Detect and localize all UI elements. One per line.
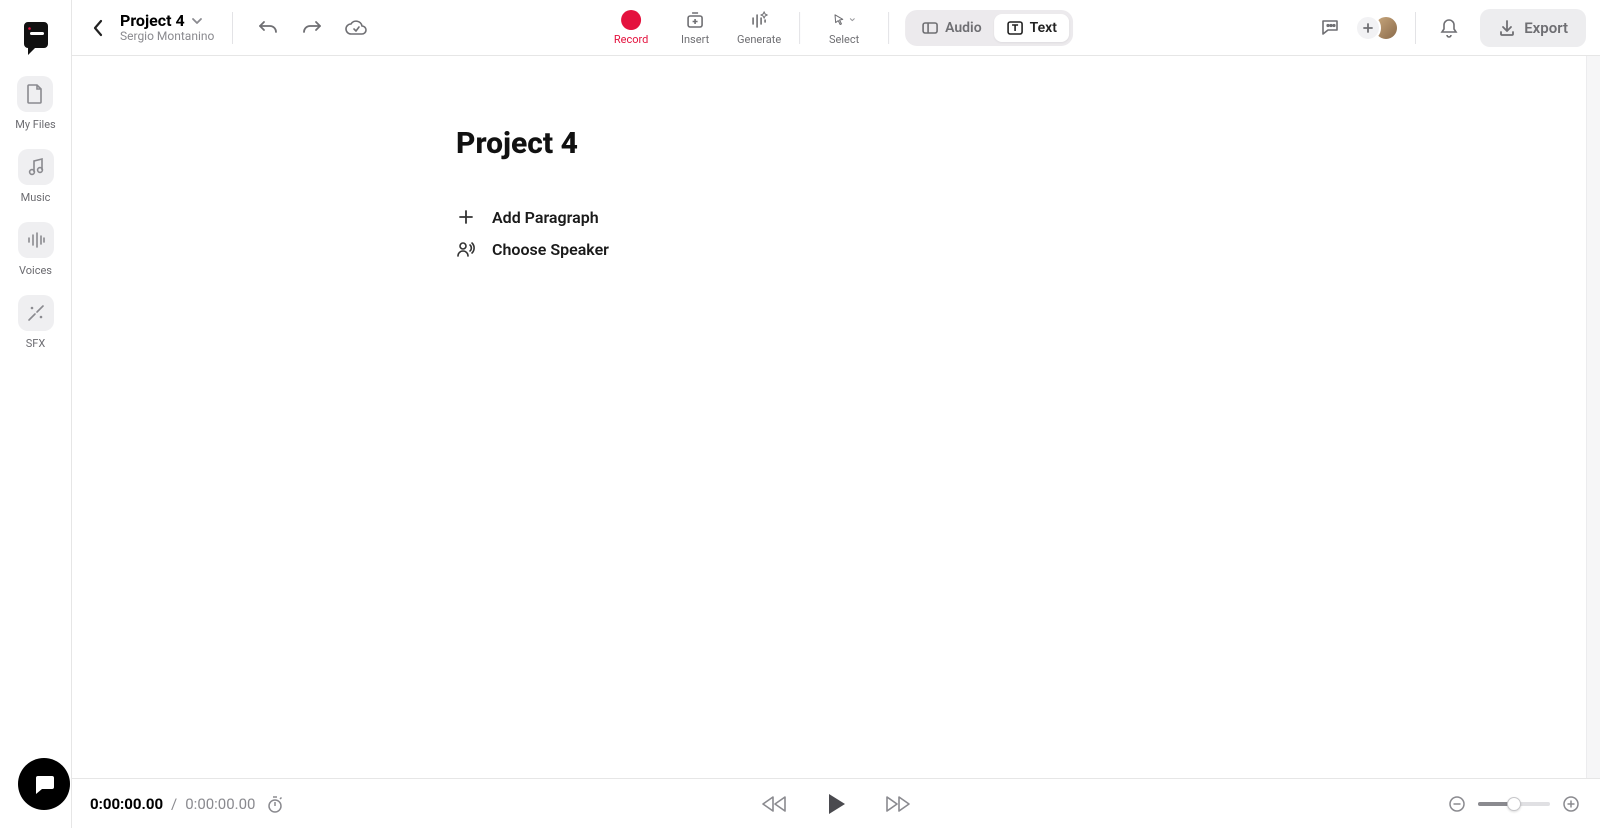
sidebar-item-label: My Files: [15, 118, 55, 131]
add-collaborator-button[interactable]: [1355, 15, 1381, 41]
topbar: Project 4 Sergio Montanino Record: [72, 0, 1600, 56]
view-toggle-audio-label: Audio: [945, 20, 982, 36]
view-toggle-audio[interactable]: Audio: [909, 14, 994, 42]
playback-bar: 0:00:00.00 / 0:00:00.00: [72, 778, 1600, 828]
file-icon: [17, 76, 53, 112]
scrollbar[interactable]: [1586, 56, 1600, 778]
sidebar-item-music[interactable]: Music: [18, 149, 54, 204]
divider: [888, 12, 889, 44]
generate-button[interactable]: Generate: [727, 9, 791, 46]
back-button[interactable]: [86, 16, 110, 40]
sfx-icon: [18, 295, 54, 331]
project-header: Project 4 Sergio Montanino: [120, 12, 214, 44]
view-toggle-text[interactable]: Text: [994, 14, 1069, 42]
sidebar: My Files Music Voices SFX: [0, 0, 72, 828]
divider: [1415, 12, 1416, 44]
generate-icon: [748, 9, 770, 31]
zoom-slider[interactable]: [1478, 802, 1550, 806]
play-button[interactable]: [819, 787, 853, 821]
text-icon: [1006, 20, 1024, 36]
insert-label: Insert: [681, 33, 709, 46]
chat-icon: [31, 771, 57, 797]
undo-button[interactable]: [251, 11, 285, 45]
select-tool[interactable]: Select: [808, 9, 880, 46]
divider: [232, 12, 233, 44]
choose-speaker-label: Choose Speaker: [492, 240, 609, 259]
collaborators[interactable]: [1355, 15, 1399, 41]
fast-forward-button[interactable]: [881, 787, 915, 821]
time-duration: 0:00:00.00: [185, 795, 255, 813]
choose-speaker-button[interactable]: Choose Speaker: [456, 233, 1216, 265]
sidebar-item-label: Voices: [19, 264, 52, 277]
music-note-icon: [18, 149, 54, 185]
zoom-controls: [1446, 793, 1582, 815]
insert-button[interactable]: Insert: [663, 9, 727, 46]
add-paragraph-button[interactable]: Add Paragraph: [456, 201, 1216, 233]
app-logo[interactable]: [18, 18, 54, 58]
help-chat-button[interactable]: [18, 758, 70, 810]
audio-track-icon: [921, 20, 939, 36]
generate-label: Generate: [737, 33, 781, 46]
plus-icon: [456, 207, 476, 227]
add-paragraph-label: Add Paragraph: [492, 208, 599, 227]
cloud-sync-button[interactable]: [339, 11, 373, 45]
editor-area: Project 4 Add Paragraph Choose Speaker: [72, 56, 1600, 778]
record-label: Record: [614, 33, 648, 46]
sidebar-item-label: SFX: [26, 337, 46, 350]
time-separator: /: [171, 795, 177, 813]
time-display: 0:00:00.00 / 0:00:00.00: [90, 792, 287, 816]
view-toggle: Audio Text: [905, 10, 1073, 46]
comments-button[interactable]: [1313, 11, 1347, 45]
zoom-out-button[interactable]: [1446, 793, 1468, 815]
waveform-icon: [18, 222, 54, 258]
sidebar-item-my-files[interactable]: My Files: [15, 76, 55, 131]
project-menu-chevron[interactable]: [191, 12, 203, 30]
insert-icon: [684, 9, 706, 31]
document-title[interactable]: Project 4: [456, 126, 1216, 161]
sidebar-item-sfx[interactable]: SFX: [18, 295, 54, 350]
notifications-button[interactable]: [1432, 11, 1466, 45]
record-button[interactable]: Record: [599, 9, 663, 46]
rewind-button[interactable]: [757, 787, 791, 821]
download-icon: [1498, 19, 1516, 37]
export-label: Export: [1524, 19, 1568, 37]
project-title: Project 4: [120, 12, 185, 30]
record-icon: [621, 10, 641, 30]
time-current: 0:00:00.00: [90, 795, 163, 813]
project-owner: Sergio Montanino: [120, 30, 214, 43]
speaker-person-icon: [456, 239, 476, 259]
cursor-icon: [833, 9, 855, 31]
stopwatch-icon[interactable]: [263, 792, 287, 816]
view-toggle-text-label: Text: [1030, 20, 1057, 36]
divider: [799, 12, 800, 44]
topbar-right: Export: [1313, 9, 1586, 47]
redo-button[interactable]: [295, 11, 329, 45]
zoom-in-button[interactable]: [1560, 793, 1582, 815]
transport-controls: [757, 787, 915, 821]
select-label: Select: [829, 33, 859, 46]
sidebar-item-voices[interactable]: Voices: [18, 222, 54, 277]
zoom-slider-thumb[interactable]: [1507, 797, 1521, 811]
sidebar-item-label: Music: [21, 191, 51, 204]
export-button[interactable]: Export: [1480, 9, 1586, 47]
